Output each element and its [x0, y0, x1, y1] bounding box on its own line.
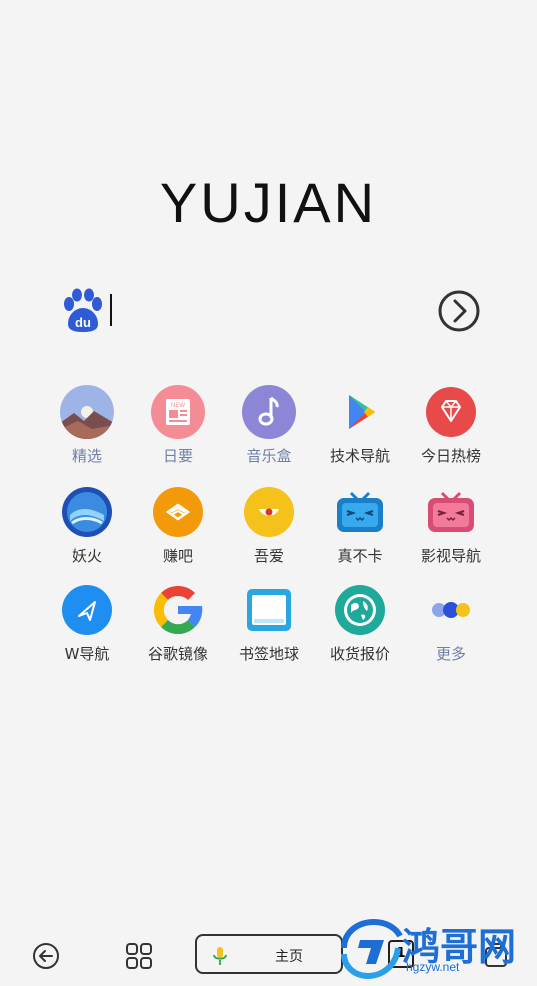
play-store-icon: [349, 395, 375, 429]
watermark: 鸿哥网 hgzyw.net: [336, 916, 536, 986]
news-badge-text: NEW: [171, 403, 185, 409]
diamond-icon: [426, 387, 476, 437]
app-logo: YUJIAN: [159, 171, 378, 234]
more-dots-icon: [432, 602, 470, 618]
landscape-icon: [60, 385, 114, 439]
tv-face-pink-icon: [428, 491, 474, 532]
shortcut-label: 谷歌镜像: [147, 645, 208, 663]
wings-icon: [153, 487, 203, 537]
shortcut-label: 妖火: [71, 547, 102, 565]
baidu-du-text: du: [75, 315, 91, 330]
shortcut-gugejingxiang[interactable]: 谷歌镜像: [130, 583, 226, 664]
shortcut-wdaohang[interactable]: W导航: [39, 583, 135, 664]
shortcut-shuqiandiqiu[interactable]: 书签地球: [221, 583, 317, 664]
shortcut-zhuanba[interactable]: 赚吧: [130, 485, 226, 566]
shortcut-more[interactable]: 更多: [403, 583, 499, 664]
back-arrow-icon[interactable]: [28, 938, 64, 974]
shortcut-label: 收货报价: [329, 645, 390, 663]
music-note-icon: [242, 385, 296, 439]
globe-icon: [335, 585, 385, 635]
baidu-paw-icon[interactable]: du: [60, 288, 106, 334]
shortcut-yingshidaohang[interactable]: 影视导航: [403, 485, 499, 566]
home-button[interactable]: 主页: [195, 934, 343, 974]
search-bar[interactable]: du: [60, 288, 480, 336]
shortcut-jishudaohang[interactable]: 技术导航: [312, 385, 408, 466]
shortcut-zhenbuka[interactable]: 真不卡: [312, 485, 408, 566]
shortcut-riyao[interactable]: NEW 日要: [130, 385, 226, 466]
shortcut-yinyuehe[interactable]: 音乐盒: [221, 385, 317, 466]
shortcut-label: 今日热榜: [420, 447, 481, 465]
news-icon: NEW: [151, 385, 205, 439]
home-label: 主页: [275, 949, 303, 965]
shortcut-label: 日要: [162, 447, 193, 465]
shortcut-wuai[interactable]: 吾爱: [221, 485, 317, 566]
wave-globe-icon: [62, 487, 112, 537]
paper-plane-icon: [62, 585, 112, 635]
shortcut-label: 音乐盒: [246, 447, 292, 465]
shortcut-jinriirebang[interactable]: 今日热榜: [403, 385, 499, 466]
chevron-right-circle-icon[interactable]: [438, 290, 480, 332]
shortcut-label: 吾爱: [253, 547, 284, 565]
watermark-url: hgzyw.net: [406, 960, 460, 974]
shortcut-label: 技术导航: [329, 447, 390, 465]
shortcut-label: 精选: [71, 447, 102, 465]
shortcut-label: 更多: [435, 645, 466, 663]
google-icon: [153, 585, 203, 635]
shortcut-label: W导航: [64, 645, 110, 663]
shortcut-yaohuo[interactable]: 妖火: [39, 485, 135, 566]
smile-icon: [244, 487, 294, 537]
text-cursor: [110, 294, 112, 326]
shortcut-label: 影视导航: [420, 547, 481, 565]
shortcut-label: 书签地球: [238, 645, 299, 663]
shortcut-label: 真不卡: [337, 547, 383, 565]
shortcut-shouhuobaojia[interactable]: 收货报价: [312, 583, 408, 664]
bookmark-card-icon: [247, 589, 291, 631]
watermark-logo-icon: [341, 918, 403, 980]
shortcut-jingxuan[interactable]: 精选: [39, 385, 135, 466]
microphone-icon[interactable]: [211, 945, 229, 967]
grid-icon[interactable]: [121, 938, 157, 974]
shortcut-label: 赚吧: [162, 547, 193, 565]
tv-face-blue-icon: [337, 491, 383, 532]
